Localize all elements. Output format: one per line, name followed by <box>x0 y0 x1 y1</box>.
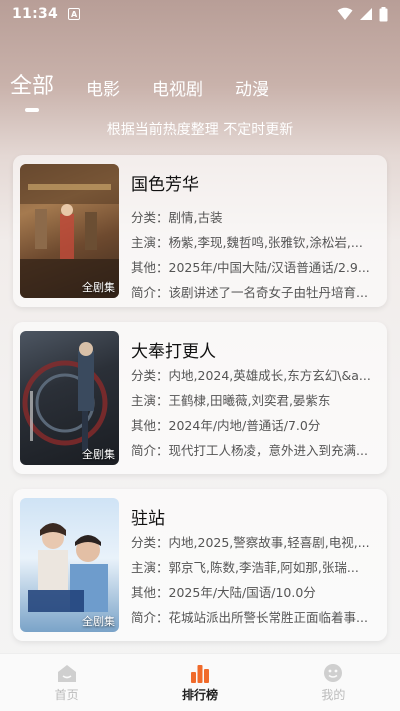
poster-image: 全剧集 <box>20 164 119 298</box>
other-info-row: 其他：2025年/中国大陆/汉语普通话/2.9... <box>131 260 370 275</box>
poster-image: 全剧集 <box>20 331 119 465</box>
poster-image: 全剧集 <box>20 498 119 632</box>
tab-tv-series[interactable]: 电视剧 <box>152 75 203 106</box>
nav-profile-label: 我的 <box>321 687 346 702</box>
synopsis-row: 简介：花城站派出所警长常胜正面临着事... <box>131 610 368 625</box>
profile-icon <box>322 663 344 683</box>
synopsis-row: 简介：该剧讲述了一名奇女子由牡丹培育... <box>131 285 368 300</box>
synopsis-row: 简介：现代打工人杨凌，意外进入到充满... <box>131 443 368 458</box>
cast-row: 主演：王鹤棣,田曦薇,刘奕君,晏紫东 <box>131 393 331 408</box>
status-bar: 11:34 A <box>0 0 400 28</box>
nav-ranking-label: 排行榜 <box>181 687 218 702</box>
cast-row: 主演：郭京飞,陈数,李浩菲,阿如那,张瑞... <box>131 560 359 575</box>
signal-icon <box>360 8 372 20</box>
nav-ranking[interactable]: 排行榜 <box>133 654 266 711</box>
nav-profile[interactable]: 我的 <box>267 654 400 711</box>
status-time: 11:34 <box>12 6 59 22</box>
poster-art <box>22 342 108 451</box>
category-row: 分类：内地,2025,警察故事,轻喜剧,电视,... <box>131 535 370 550</box>
ranking-card[interactable]: 全剧集 驻站 分类：内地,2025,警察故事,轻喜剧,电视,... 主演：郭京飞… <box>13 489 387 641</box>
tab-anime[interactable]: 动漫 <box>235 75 269 106</box>
notification-a-icon: A <box>68 8 81 20</box>
home-icon <box>56 663 78 683</box>
other-info-row: 其他：2024年/内地/普通话/7.0分 <box>131 418 321 433</box>
tab-all[interactable]: 全部 <box>10 68 54 106</box>
category-tabs: 全部 电影 电视剧 动漫 <box>0 62 400 106</box>
full-series-badge: 全剧集 <box>82 615 115 628</box>
wifi-icon <box>337 7 353 20</box>
nav-home-label: 首页 <box>54 687 79 702</box>
other-info-row: 其他：2025年/大陆/国语/10.0分 <box>131 585 316 600</box>
card-title: 国色芳华 <box>131 175 199 195</box>
battery-icon <box>379 6 388 21</box>
poster-art <box>20 164 119 298</box>
nav-home[interactable]: 首页 <box>0 654 133 711</box>
category-row: 分类：剧情,古装 <box>131 210 223 225</box>
card-title: 大奉打更人 <box>131 342 216 362</box>
poster-art <box>28 523 108 612</box>
ranking-subtitle: 根据当前热度整理 不定时更新 <box>106 122 294 138</box>
status-icons <box>337 6 388 22</box>
cast-row: 主演：杨紫,李现,魏哲鸣,张雅钦,涂松岩,... <box>131 235 363 250</box>
ranking-card[interactable]: 全剧集 大奉打更人 分类：内地,2024,英雄成长,东方玄幻\&a... 主演：… <box>13 322 387 474</box>
card-title: 驻站 <box>131 509 165 529</box>
ranking-icon <box>189 663 211 683</box>
full-series-badge: 全剧集 <box>82 281 115 294</box>
tab-movies[interactable]: 电影 <box>86 75 120 106</box>
full-series-badge: 全剧集 <box>82 448 115 461</box>
category-row: 分类：内地,2024,英雄成长,东方玄幻\&a... <box>131 368 371 383</box>
bottom-navigation: 首页 排行榜 我的 <box>0 653 400 711</box>
ranking-card[interactable]: 全剧集 国色芳华 分类：剧情,古装 主演：杨紫,李现,魏哲鸣,张雅钦,涂松岩,.… <box>13 155 387 307</box>
